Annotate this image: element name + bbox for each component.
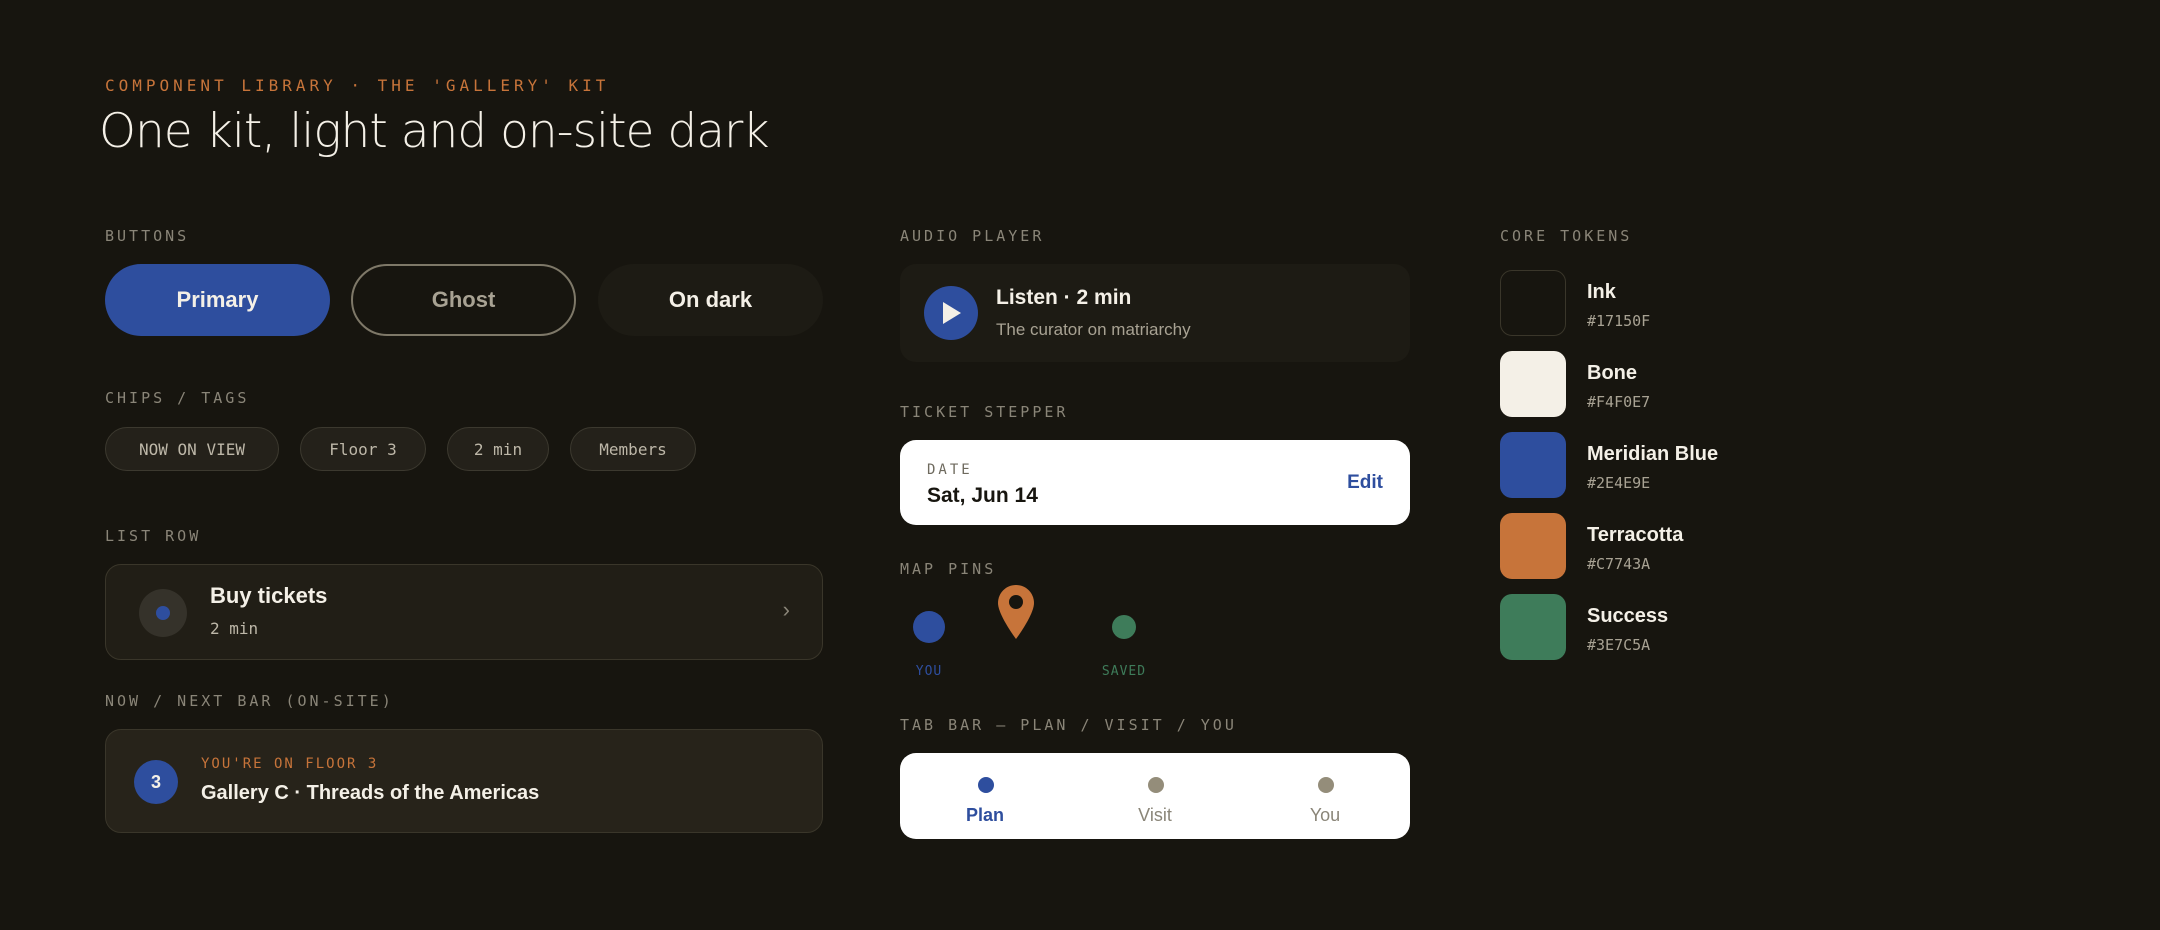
stepper-label: DATE [927, 462, 973, 478]
edit-button[interactable]: Edit [1347, 472, 1383, 494]
tab-plan-dot-icon [978, 777, 994, 793]
swatch-terracotta [1500, 513, 1566, 579]
token-name-bone: Bone [1587, 362, 1637, 384]
swatch-ink [1500, 270, 1566, 336]
now-next-bar[interactable]: 3 YOU'RE ON FLOOR 3 Gallery C · Threads … [105, 729, 823, 833]
chevron-right-icon: › [782, 597, 790, 622]
chip-now-on-view[interactable]: NOW ON VIEW [105, 427, 279, 471]
play-icon [943, 302, 961, 324]
section-label-map-pins: MAP PINS [900, 560, 997, 578]
section-label-tab-bar: TAB BAR — PLAN / VISIT / YOU [900, 716, 1237, 734]
floor-badge: 3 [134, 760, 178, 804]
tab-visit[interactable]: Visit [1070, 753, 1240, 839]
chip-members[interactable]: Members [570, 427, 696, 471]
page-eyebrow: COMPONENT LIBRARY · THE 'GALLERY' KIT [105, 76, 610, 95]
section-label-list-row: LIST ROW [105, 527, 202, 545]
section-label-core-tokens: CORE TOKENS [1500, 227, 1633, 245]
ghost-button[interactable]: Ghost [351, 264, 576, 336]
token-name-terracotta: Terracotta [1587, 524, 1684, 546]
token-name-ink: Ink [1587, 281, 1616, 303]
token-hex-ink: #17150F [1587, 312, 1651, 330]
list-row-buy-tickets[interactable]: Buy tickets 2 min › [105, 564, 823, 660]
tab-bar: Plan Visit You [900, 753, 1410, 839]
token-hex-meridian-blue: #2E4E9E [1587, 474, 1651, 492]
map-pin-you-label: YOU [915, 664, 943, 679]
map-pin-icon[interactable] [997, 584, 1035, 640]
tab-visit-label: Visit [1138, 805, 1172, 825]
swatch-meridian-blue [1500, 432, 1566, 498]
swatch-bone [1500, 351, 1566, 417]
primary-button[interactable]: Primary [105, 264, 330, 336]
token-hex-success: #3E7C5A [1587, 636, 1651, 654]
section-label-audio-player: AUDIO PLAYER [900, 227, 1045, 245]
ticket-stepper: DATE Sat, Jun 14 Edit [900, 440, 1410, 525]
dot-icon [156, 606, 170, 620]
section-label-chips: CHIPS / TAGS [105, 389, 250, 407]
map-pin-you[interactable] [913, 611, 945, 643]
map-pin-saved-label: SAVED [1101, 664, 1147, 679]
now-bar-title: Gallery C · Threads of the Americas [201, 782, 540, 804]
player-title: Listen · 2 min [996, 286, 1132, 309]
now-bar-eyebrow: YOU'RE ON FLOOR 3 [201, 756, 379, 772]
list-row-subtitle: 2 min [210, 619, 259, 638]
section-label-buttons: BUTTONS [105, 227, 190, 245]
play-button[interactable] [924, 286, 978, 340]
token-hex-bone: #F4F0E7 [1587, 393, 1651, 411]
token-hex-terracotta: #C7743A [1587, 555, 1651, 573]
chip-duration[interactable]: 2 min [447, 427, 549, 471]
tab-you-dot-icon [1318, 777, 1334, 793]
list-row-avatar [139, 589, 187, 637]
tab-you[interactable]: You [1240, 753, 1410, 839]
tab-plan[interactable]: Plan [900, 753, 1070, 839]
tab-you-label: You [1309, 805, 1341, 825]
swatch-success [1500, 594, 1566, 660]
chip-floor[interactable]: Floor 3 [300, 427, 426, 471]
audio-player: Listen · 2 min The curator on matriarchy [900, 264, 1410, 362]
on-dark-button[interactable]: On dark [598, 264, 823, 336]
stepper-value: Sat, Jun 14 [927, 484, 1038, 507]
section-label-now-next: NOW / NEXT BAR (ON-SITE) [105, 692, 394, 710]
list-row-title: Buy tickets [210, 583, 328, 608]
token-name-meridian-blue: Meridian Blue [1587, 443, 1719, 465]
page-title: One kit, light and on-site dark [99, 104, 770, 159]
section-label-ticket-stepper: TICKET STEPPER [900, 403, 1069, 421]
tab-visit-dot-icon [1148, 777, 1164, 793]
token-name-success: Success [1587, 605, 1669, 627]
tab-plan-label: Plan [965, 805, 1004, 825]
map-pin-saved[interactable] [1112, 615, 1136, 639]
player-subtitle: The curator on matriarchy [996, 320, 1191, 339]
